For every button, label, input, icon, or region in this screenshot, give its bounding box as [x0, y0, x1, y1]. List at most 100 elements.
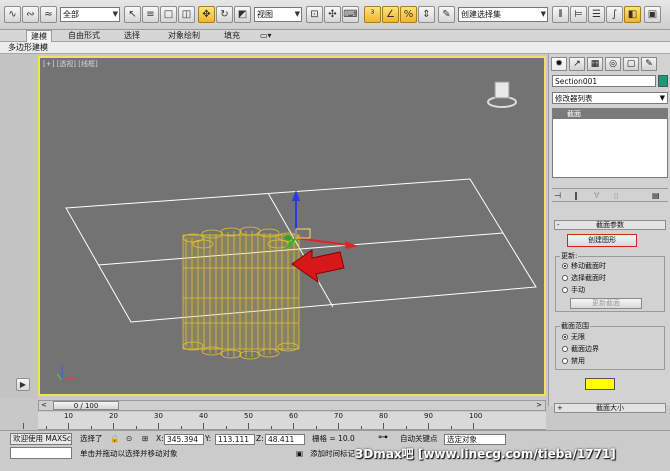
remove-modifier-icon[interactable]: ▯ — [614, 191, 618, 200]
track-tick-label: 40 — [199, 412, 208, 420]
command-panel: ✹ ↗ ▦ ◎ ▢ ✎ Section001 修改器列表 ▼ 截面 ⊣ ‖ ∀ … — [548, 54, 670, 413]
window-crossing-icon[interactable]: ◫ — [178, 6, 195, 23]
select-and-move-icon[interactable]: ✥ — [198, 6, 215, 23]
watermark-text: 3Dmax吧 [www.linecg.com/tieba/1771] — [355, 447, 616, 461]
selection-filter-dropdown[interactable]: 全部 ▼ — [60, 7, 120, 22]
percent-snap-icon[interactable]: % — [400, 6, 417, 23]
object-color-swatch[interactable] — [658, 75, 668, 87]
motion-tab-icon[interactable]: ◎ — [605, 57, 621, 71]
polygon-modeling-label[interactable]: 多边形建模 — [8, 42, 48, 54]
lock-icon[interactable]: 🔒 — [110, 433, 119, 444]
spinner-snap-icon[interactable]: ⇕ — [418, 6, 435, 23]
set-key-icon[interactable]: ⊶ — [378, 432, 388, 443]
create-shape-button[interactable]: 创建图形 — [567, 234, 637, 247]
create-tab-icon[interactable]: ✹ — [551, 57, 567, 71]
mirror-icon[interactable]: ⫴ — [552, 6, 569, 23]
track-tick — [68, 423, 69, 429]
time-tag-icon[interactable]: ▣ — [296, 448, 303, 459]
unlink-icon[interactable]: ∾ — [22, 6, 39, 23]
align-icon[interactable]: ⊨ — [570, 6, 587, 23]
snap-toggle-icon[interactable]: ³ — [364, 6, 381, 23]
extent-boundary-radio[interactable]: 截面边界 — [562, 345, 599, 354]
track-tick — [338, 423, 339, 429]
pin-stack-icon[interactable]: ⊣ — [554, 191, 561, 200]
render-frame-icon[interactable]: ▣ — [644, 6, 661, 23]
modify-tab-icon[interactable]: ↗ — [569, 57, 585, 71]
named-selection-input[interactable]: 创建选择集 ▼ — [458, 7, 548, 22]
track-tick — [405, 426, 407, 429]
select-and-scale-icon[interactable]: ◩ — [234, 6, 251, 23]
track-tick — [158, 423, 159, 429]
select-object-icon[interactable]: ↖ — [124, 6, 141, 23]
section-size-rollout-header[interactable]: + 截面大小 — [554, 403, 666, 413]
rect-selection-icon[interactable]: □ — [160, 6, 177, 23]
select-manipulate-icon[interactable]: ✣ — [324, 6, 341, 23]
tab-selection[interactable]: 选择 — [120, 30, 144, 42]
modifier-stack: 截面 — [552, 108, 668, 178]
time-next-icon[interactable]: > — [536, 401, 542, 409]
track-tick — [428, 423, 429, 429]
track-tick — [315, 426, 317, 429]
stack-item-section[interactable]: 截面 — [553, 109, 667, 119]
section-color-swatch[interactable] — [585, 378, 615, 390]
update-on-select-radio[interactable]: 选择截面时 — [562, 274, 606, 283]
y-coordinate-field[interactable]: 113.111 — [215, 434, 255, 445]
absolute-mode-icon[interactable]: ⊞ — [142, 433, 148, 444]
ribbon-options-icon[interactable]: ▭▾ — [256, 30, 276, 42]
modifier-list-dropdown[interactable]: 修改器列表 ▼ — [552, 92, 668, 104]
reference-coordinate-dropdown[interactable]: 视图 ▼ — [254, 7, 302, 22]
tab-freeform[interactable]: 自由形式 — [64, 30, 104, 42]
track-bar[interactable]: 10 20 30 40 50 60 70 80 90 100 — [23, 412, 546, 430]
red-arrow-annotation — [291, 249, 345, 284]
select-and-rotate-icon[interactable]: ↻ — [216, 6, 233, 23]
time-slider-knob[interactable]: 0 / 100 — [53, 401, 119, 410]
extent-off-radio[interactable]: 禁用 — [562, 357, 585, 366]
object-name-field[interactable]: Section001 — [552, 75, 656, 87]
utilities-tab-icon[interactable]: ✎ — [641, 57, 657, 71]
stack-tools: ⊣ ‖ ∀ ▯ ▤ — [552, 188, 668, 202]
extent-group-title: 截面范围 — [560, 321, 590, 331]
update-section-button[interactable]: 更新截面 — [570, 298, 642, 309]
track-tick-label: 20 — [109, 412, 118, 420]
perspective-viewport[interactable]: [+] [透视] [线框] — [38, 56, 546, 396]
x-coordinate-field[interactable]: 345.394 — [164, 434, 204, 445]
add-time-tag[interactable]: 添加时间标记 — [310, 448, 355, 459]
update-manually-radio[interactable]: 手动 — [562, 286, 585, 295]
tab-object-paint[interactable]: 对象绘制 — [164, 30, 204, 42]
angle-snap-icon[interactable]: ∠ — [382, 6, 399, 23]
z-label: Z: — [256, 434, 264, 443]
make-unique-icon[interactable]: ∀ — [594, 191, 599, 200]
display-tab-icon[interactable]: ▢ — [623, 57, 639, 71]
keyboard-shortcut-icon[interactable]: ⌨ — [342, 6, 359, 23]
link-icon[interactable]: ∿ — [4, 6, 21, 23]
isolate-icon[interactable]: ⊙ — [126, 433, 132, 444]
play-icon[interactable]: ▶ — [16, 378, 30, 391]
track-tick — [248, 423, 249, 429]
update-on-move-radio[interactable]: 移动截面时 — [562, 262, 606, 271]
tab-populate[interactable]: 填充 — [220, 30, 244, 42]
hierarchy-tab-icon[interactable]: ▦ — [587, 57, 603, 71]
auto-key-label[interactable]: 自动关键点 — [400, 433, 438, 444]
z-coordinate-field[interactable]: 48.411 — [265, 434, 305, 445]
configure-sets-icon[interactable]: ▤ — [652, 191, 660, 200]
time-prev-icon[interactable]: < — [41, 401, 47, 409]
select-by-name-icon[interactable]: ≡ — [142, 6, 159, 23]
tab-modeling[interactable]: 建模 — [26, 30, 52, 42]
view-cube-icon — [487, 81, 517, 108]
layer-manager-icon[interactable]: ☰ — [588, 6, 605, 23]
x-label: X: — [156, 434, 164, 443]
track-tick — [450, 426, 452, 429]
track-tick — [473, 423, 474, 429]
render-setup-icon[interactable]: ◧ — [624, 6, 641, 23]
pivot-center-icon[interactable]: ⊡ — [306, 6, 323, 23]
script-output-field[interactable] — [10, 447, 72, 459]
show-end-result-icon[interactable]: ‖ — [574, 191, 578, 200]
key-filter-dropdown[interactable]: 选定对象 — [444, 434, 506, 445]
maxscript-listener[interactable]: 欢迎使用 MAXSc — [10, 433, 72, 445]
time-slider[interactable]: < 0 / 100 > — [38, 400, 546, 411]
extent-infinite-radio[interactable]: 无限 — [562, 333, 585, 342]
section-params-rollout-header[interactable]: - 截面参数 — [554, 220, 666, 230]
curve-editor-icon[interactable]: ∫ — [606, 6, 623, 23]
bind-spacewarp-icon[interactable]: ≈ — [40, 6, 57, 23]
edit-named-selection-icon[interactable]: ✎ — [438, 6, 455, 23]
